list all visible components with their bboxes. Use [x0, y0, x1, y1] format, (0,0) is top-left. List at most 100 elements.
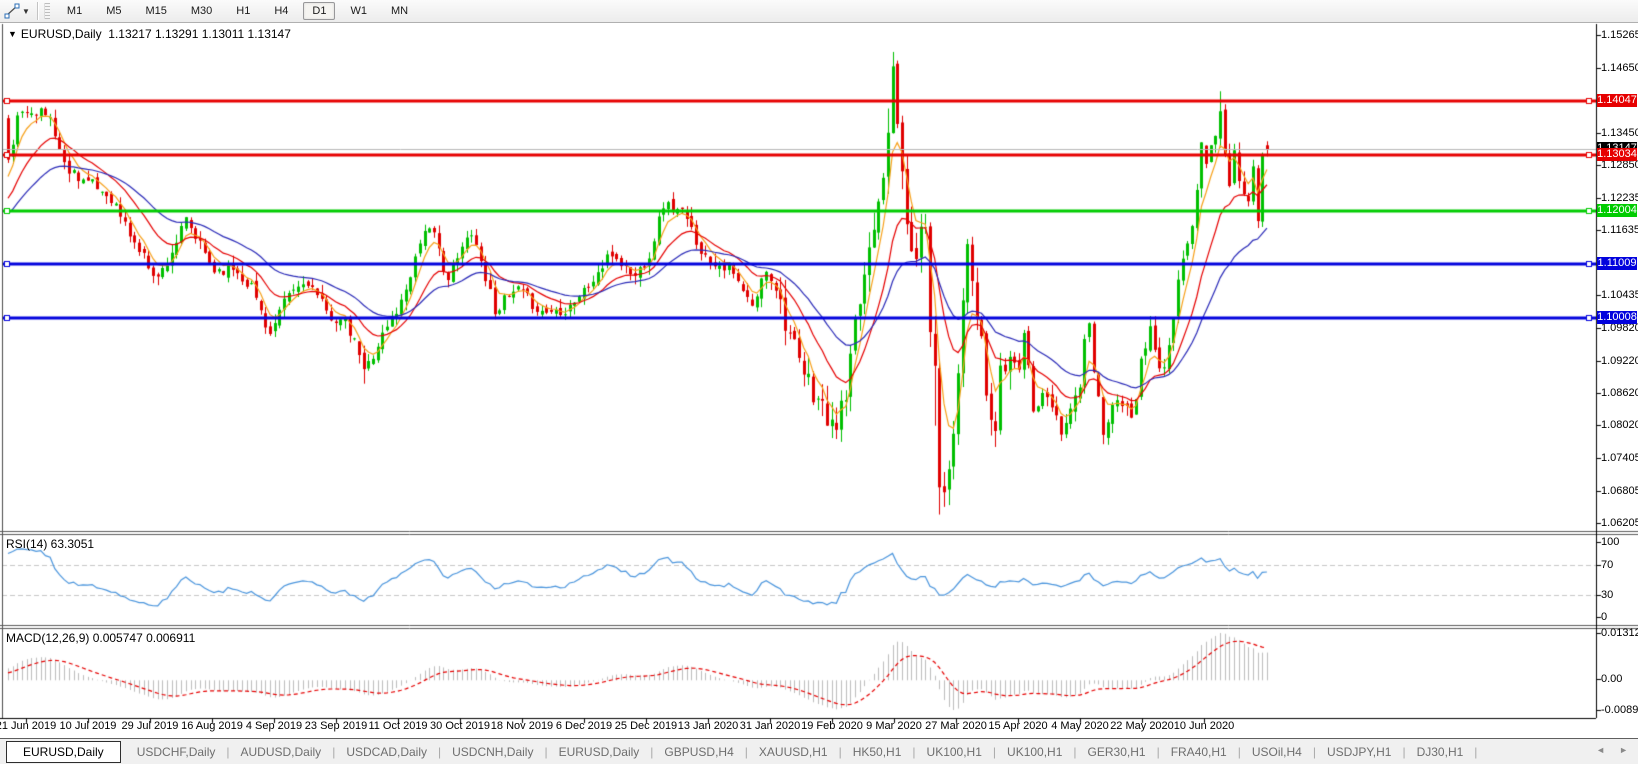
chart-tab-hk50-h1[interactable]: HK50,H1: [843, 742, 912, 762]
price-axis-label: 1.10435: [1601, 289, 1638, 301]
date-label: 10 Jun 2020: [1169, 720, 1239, 732]
rsi-indicator-label: RSI(14) 63.3051: [6, 537, 94, 551]
tab-separator: |: [1474, 745, 1477, 759]
chart-tab-usdchf-daily[interactable]: USDCHF,Daily: [127, 742, 226, 762]
date-label: 15 Apr 2020: [983, 720, 1053, 732]
chevron-down-icon[interactable]: ▼: [22, 7, 30, 16]
date-label: 4 Sep 2019: [239, 720, 309, 732]
date-label: 13 Jan 2020: [673, 720, 743, 732]
tab-scroll-arrows: ◄ ►: [1596, 745, 1628, 755]
timeframe-button-m5[interactable]: M5: [97, 2, 130, 20]
price-level-badge: 1.12004: [1597, 204, 1637, 217]
rsi-axis-label: 100: [1601, 536, 1619, 548]
price-axis-label: 1.15265: [1601, 29, 1638, 41]
tab-separator: |: [1238, 745, 1241, 759]
date-label: 22 May 2020: [1107, 720, 1177, 732]
toolbar-separator: [37, 2, 39, 20]
date-label: 4 May 2020: [1045, 720, 1115, 732]
price-level-badge: 1.13034: [1597, 148, 1637, 161]
price-axis-label: 1.08020: [1601, 419, 1638, 431]
chart-tab-uk100-h1[interactable]: UK100,H1: [917, 742, 992, 762]
chart-ohlc-values: 1.13217 1.13291 1.13011 1.13147: [108, 27, 291, 41]
chart-tab-eurusd-daily[interactable]: EURUSD,Daily: [6, 741, 121, 763]
tab-separator: |: [1073, 745, 1076, 759]
timeframe-button-h1[interactable]: H1: [227, 2, 259, 20]
tab-separator: |: [438, 745, 441, 759]
chart-tab-uk100-h1[interactable]: UK100,H1: [997, 742, 1072, 762]
date-label: 16 Aug 2019: [177, 720, 247, 732]
chart-tab-audusd-daily[interactable]: AUDUSD,Daily: [231, 742, 332, 762]
chart-tab-usdjpy-h1[interactable]: USDJPY,H1: [1317, 742, 1401, 762]
price-chart-canvas[interactable]: [0, 0, 1638, 764]
price-axis-label: 1.11635: [1601, 224, 1638, 236]
toolbar-grip[interactable]: [44, 3, 50, 19]
collapse-triangle-icon[interactable]: ▼: [8, 29, 17, 39]
price-axis-label: 1.09220: [1601, 355, 1638, 367]
date-label: 11 Oct 2019: [363, 720, 433, 732]
chart-tab-ger30-h1[interactable]: GER30,H1: [1078, 742, 1156, 762]
macd-axis-label: 0.013121: [1601, 627, 1638, 639]
timeframe-button-m1[interactable]: M1: [58, 2, 91, 20]
tab-separator: |: [1157, 745, 1160, 759]
price-level-badge: 1.11009: [1597, 257, 1637, 270]
timeframe-button-h4[interactable]: H4: [265, 2, 297, 20]
price-axis-label: 1.08620: [1601, 387, 1638, 399]
tab-separator: |: [332, 745, 335, 759]
chart-tab-fra40-h1[interactable]: FRA40,H1: [1161, 742, 1237, 762]
chart-tab-gbpusd-h4[interactable]: GBPUSD,H4: [654, 742, 743, 762]
date-label: 29 Jul 2019: [115, 720, 185, 732]
chart-tab-bar: EURUSD,DailyUSDCHF,Daily|AUDUSD,Daily|US…: [0, 738, 1638, 764]
date-label: 9 Mar 2020: [859, 720, 929, 732]
price-axis-label: 1.14650: [1601, 62, 1638, 74]
timeframe-button-d1[interactable]: D1: [303, 2, 335, 20]
timeframe-button-m15[interactable]: M15: [136, 2, 175, 20]
timeframe-button-mn[interactable]: MN: [382, 2, 417, 20]
price-axis-label: 1.12235: [1601, 192, 1638, 204]
rsi-axis-label: 70: [1601, 559, 1613, 571]
rsi-axis-label: 30: [1601, 589, 1613, 601]
chart-tab-usdcad-daily[interactable]: USDCAD,Daily: [336, 742, 437, 762]
cursor-tool-button[interactable]: ▼: [0, 0, 34, 22]
tab-scroll-left-button[interactable]: ◄: [1596, 745, 1605, 755]
tab-separator: |: [993, 745, 996, 759]
price-axis-label: 1.07405: [1601, 452, 1638, 464]
tab-separator: |: [745, 745, 748, 759]
date-label: 31 Jan 2020: [735, 720, 805, 732]
tab-separator: |: [1402, 745, 1405, 759]
chart-tab-eurusd-daily[interactable]: EURUSD,Daily: [549, 742, 650, 762]
chart-title: ▼EURUSD,Daily 1.13217 1.13291 1.13011 1.…: [8, 27, 291, 41]
timeframe-button-m30[interactable]: M30: [182, 2, 221, 20]
date-label: 21 Jun 2019: [0, 720, 61, 732]
macd-indicator-label: MACD(12,26,9) 0.005747 0.006911: [6, 631, 195, 645]
tab-separator: |: [1313, 745, 1316, 759]
chart-tab-xauusd-h1[interactable]: XAUUSD,H1: [749, 742, 838, 762]
price-level-badge: 1.14047: [1597, 94, 1637, 107]
date-label: 19 Feb 2020: [797, 720, 867, 732]
price-axis-label: 1.06205: [1601, 517, 1638, 529]
tab-separator: |: [912, 745, 915, 759]
date-label: 25 Dec 2019: [611, 720, 681, 732]
date-label: 10 Jul 2019: [53, 720, 123, 732]
macd-axis-label: 0.00: [1601, 673, 1622, 685]
chart-tab-usoil-h4[interactable]: USOil,H4: [1242, 742, 1312, 762]
date-label: 23 Sep 2019: [301, 720, 371, 732]
price-level-badge: 1.10008: [1597, 311, 1637, 324]
date-label: 30 Oct 2019: [425, 720, 495, 732]
macd-axis-label: -0.008933: [1601, 704, 1638, 716]
chart-tab-dj30-h1[interactable]: DJ30,H1: [1407, 742, 1474, 762]
rsi-axis-label: 0: [1601, 611, 1607, 623]
timeframe-button-w1[interactable]: W1: [341, 2, 376, 20]
tab-separator: |: [650, 745, 653, 759]
date-label: 6 Dec 2019: [549, 720, 619, 732]
tab-separator: |: [544, 745, 547, 759]
date-label: 18 Nov 2019: [487, 720, 557, 732]
timeframe-buttons: M1 M5 M15 M30 H1 H4 D1 W1 MN: [55, 2, 420, 20]
timeframe-toolbar: ▼ M1 M5 M15 M30 H1 H4 D1 W1 MN: [0, 0, 1638, 23]
price-axis-label: 1.06805: [1601, 485, 1638, 497]
tab-scroll-right-button[interactable]: ►: [1619, 745, 1628, 755]
price-axis-label: 1.13450: [1601, 127, 1638, 139]
mt4-window: ▼ M1M5M15M30H1H4D1W1MN ▼EURUSD,Daily 1.1…: [0, 0, 1638, 764]
tab-separator: |: [839, 745, 842, 759]
trendline-cursor-icon: [4, 3, 20, 19]
chart-tab-usdcnh-daily[interactable]: USDCNH,Daily: [442, 742, 543, 762]
